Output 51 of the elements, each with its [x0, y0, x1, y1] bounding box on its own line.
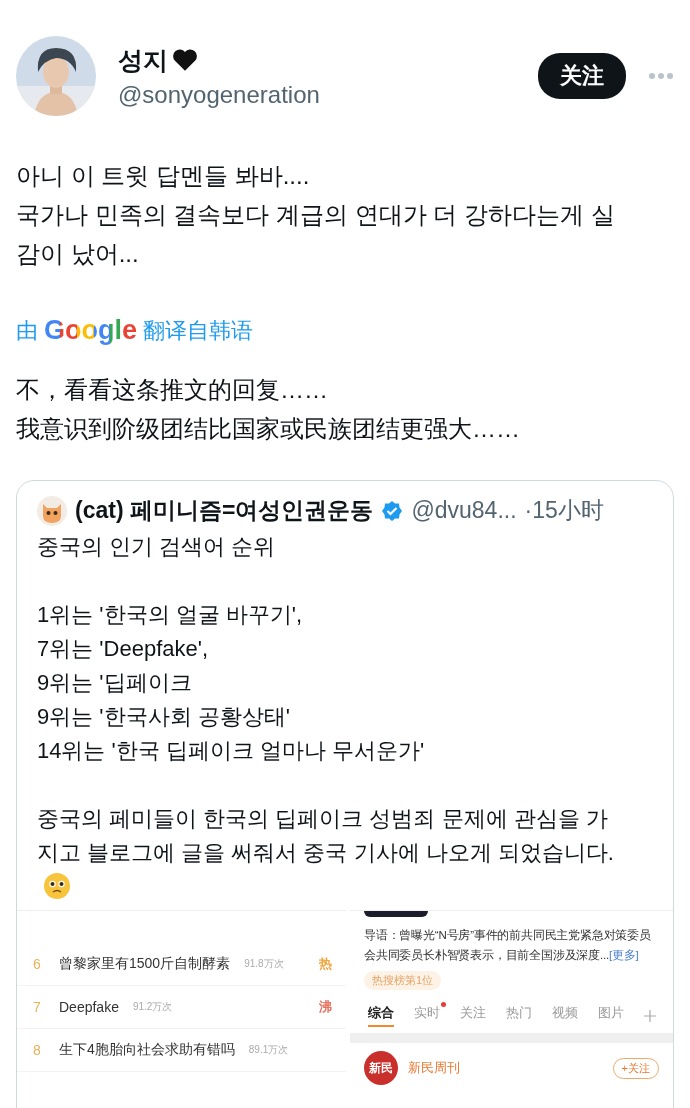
- translated-text: 我意识到阶级团结比国家或民族团结更强大……: [16, 414, 521, 444]
- heart-icon: [172, 48, 198, 72]
- post-time: ·15小时: [524, 496, 604, 525]
- follow-button[interactable]: 关注: [538, 53, 626, 99]
- quoted-text: 7위는 'Deepfake',: [37, 635, 210, 663]
- search-count: 89.1万次: [248, 1043, 290, 1057]
- trend-title: 生下4胞胎向社会求助有错吗: [59, 1041, 235, 1059]
- tweet-text: 감이 났어...: [16, 239, 140, 269]
- tweet-text: 아니 이 트윗 답멘들 봐바....: [16, 161, 311, 191]
- account-name: 新民周刊: [408, 1059, 461, 1077]
- quoted-text: 9위는 '한국사회 공황상태': [37, 703, 291, 731]
- search-count: 91.8万次: [244, 957, 285, 971]
- quoted-text: 9위는 '딥페이크: [37, 669, 193, 697]
- quoted-text: 지고 블로그에 글을 써줘서 중국 기사에 나오게 되었습니다.: [37, 839, 615, 867]
- translated-text: 不，看看这条推文的回复……: [16, 375, 329, 405]
- author-name: 성지: [118, 44, 168, 76]
- rank-number: 6: [33, 956, 42, 972]
- tab[interactable]: 视频: [552, 1004, 578, 1027]
- trend-title: Deepfake: [59, 999, 119, 1015]
- follow-button[interactable]: +关注: [612, 1057, 659, 1079]
- article-lead: 导语：曾曝光“N号房”事件的前共同民主党紧急对策委员会共同委员长朴智贤表示，目前全国涉及深度...[更多]: [363, 928, 652, 963]
- quoted-text: 중국의 페미들이 한국의 딥페이크 성범죄 문제에 관심을 가: [37, 805, 609, 833]
- quoted-text: 14위는 '한국 딥페이크 얼마나 무서운가': [37, 737, 426, 765]
- more-icon[interactable]: [648, 72, 674, 80]
- trend-title: 曾黎家里有1500斤自制酵素: [59, 955, 231, 973]
- quoted-text: 중국의 인기 검색어 순위: [37, 533, 277, 561]
- tab[interactable]: 图片: [598, 1004, 624, 1027]
- translation-label: 由: [16, 316, 38, 345]
- quoted-author: (cat) 페미니즘=여성인권운동: [75, 496, 374, 525]
- translation-label: 翻译自韩语: [143, 316, 253, 345]
- tab[interactable]: 关注: [460, 1004, 486, 1027]
- tab[interactable]: 实时: [414, 1004, 440, 1027]
- thumbnail: [364, 911, 428, 917]
- search-count: 91.2万次: [132, 1000, 174, 1014]
- cat-icon: [37, 495, 67, 526]
- rank-tag: 热搜榜第1位: [364, 971, 442, 990]
- trend-tag: 热: [319, 955, 332, 973]
- quoted-text: 1위는 '한국의 얼굴 바꾸기',: [37, 601, 304, 629]
- more-link[interactable]: [更多]: [609, 949, 639, 961]
- quoted-handle: @dvu84...: [411, 497, 517, 524]
- quoted-tweet[interactable]: [16, 480, 674, 1108]
- account-logo: 新民: [364, 1051, 398, 1085]
- rank-number: 8: [33, 1042, 42, 1058]
- trend-tag: 沸: [319, 998, 332, 1016]
- emoji-icon: [43, 872, 71, 900]
- author-handle: @sonyogeneration: [118, 80, 321, 109]
- tab[interactable]: 综合: [368, 1004, 394, 1027]
- plus-icon[interactable]: [644, 1009, 656, 1022]
- tweet-text: 국가나 민족의 결속보다 계급의 연대가 더 강하다는게 실: [16, 200, 616, 230]
- rank-number: 7: [33, 999, 42, 1015]
- tab[interactable]: 热门: [506, 1004, 532, 1027]
